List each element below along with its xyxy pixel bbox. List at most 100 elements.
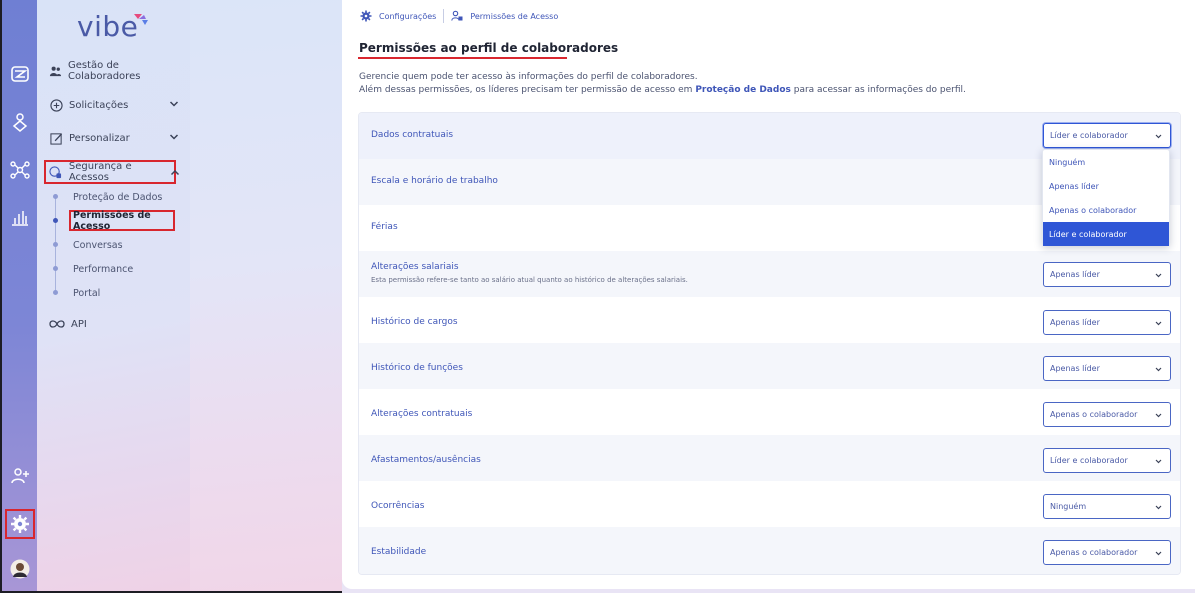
- user-lock-icon: [451, 10, 463, 21]
- table-row: Alterações salariais Esta permissão refe…: [359, 251, 1180, 297]
- submenu-conversas[interactable]: Conversas: [73, 236, 123, 254]
- sidebar-item-label: API: [71, 318, 87, 330]
- sidebar-item-api[interactable]: API: [49, 312, 185, 336]
- chevron-down-icon: [1155, 505, 1162, 510]
- add-user-icon[interactable]: [8, 464, 32, 488]
- submenu-protecao-dados[interactable]: Proteção de Dados: [73, 188, 162, 206]
- chevron-down-icon: [169, 134, 179, 140]
- row-label: Estabilidade: [371, 547, 427, 557]
- page-description: Gerencie quem pode ter acesso às informa…: [359, 71, 966, 96]
- permission-select[interactable]: Líder e colaborador: [1043, 448, 1171, 473]
- breadcrumb-separator: [443, 9, 445, 23]
- avatar[interactable]: [8, 557, 32, 581]
- table-row: Histórico de funções Apenas líder: [359, 343, 1180, 389]
- breadcrumb-permissoes[interactable]: Permissões de Acesso: [470, 12, 558, 21]
- bar-chart-icon[interactable]: [8, 205, 32, 229]
- table-row: Alterações contratuais Apenas o colabora…: [359, 389, 1180, 435]
- protecao-dados-link[interactable]: Proteção de Dados: [695, 85, 791, 95]
- permission-select[interactable]: Apenas o colaborador: [1043, 540, 1171, 565]
- table-row: Estabilidade Apenas o colaborador: [359, 527, 1180, 574]
- chevron-down-icon: [1155, 273, 1162, 278]
- select-value: Apenas o colaborador: [1050, 410, 1138, 419]
- table-row: Histórico de cargos Apenas líder: [359, 297, 1180, 343]
- dropdown-option[interactable]: Apenas líder: [1043, 174, 1169, 198]
- security-icon: [49, 165, 63, 179]
- description-line: Gerencie quem pode ter acesso às informa…: [359, 72, 698, 82]
- table-row: Afastamentos/ausências Líder e colaborad…: [359, 435, 1180, 481]
- chevron-down-icon: [1155, 367, 1162, 372]
- logo-mark-icon: [134, 14, 148, 25]
- dropdown-option[interactable]: Apenas o colaborador: [1043, 198, 1169, 222]
- row-label: Ocorrências: [371, 501, 425, 511]
- row-label: Alterações contratuais: [371, 409, 473, 419]
- permission-dropdown-menu: Ninguém Apenas líder Apenas o colaborado…: [1042, 149, 1170, 246]
- gear-icon[interactable]: [5, 509, 35, 539]
- chevron-down-icon: [1155, 459, 1162, 464]
- chevron-down-icon: [1155, 134, 1162, 139]
- description-text: Além dessas permissões, os líderes preci…: [359, 84, 696, 95]
- select-value: Apenas o colaborador: [1050, 548, 1138, 557]
- inbox-icon[interactable]: [8, 62, 32, 86]
- sidebar-item-gestao[interactable]: Gestão de Colaboradores: [49, 59, 185, 83]
- row-label: Alterações salariais: [371, 262, 459, 272]
- network-icon[interactable]: [8, 158, 32, 182]
- breadcrumb: Configurações Permissões de Acesso: [360, 8, 558, 24]
- description-line: Além dessas permissões, os líderes preci…: [359, 84, 966, 97]
- select-value: Apenas líder: [1050, 364, 1100, 373]
- submenu-dot: [53, 242, 58, 247]
- sidebar-item-solicitacoes[interactable]: Solicitações: [49, 93, 185, 117]
- table-row: Ocorrências Ninguém: [359, 481, 1180, 527]
- settings-icon: [360, 10, 372, 22]
- sidebar-item-personalizar[interactable]: Personalizar: [49, 126, 185, 150]
- sidebar: vibe Gestão de Colaboradores Solicitaçõe…: [37, 0, 190, 593]
- select-value: Líder e colaborador: [1050, 456, 1128, 465]
- sidebar-item-label: Personalizar: [69, 132, 130, 144]
- team-icon: [49, 64, 62, 78]
- breadcrumb-configuracoes[interactable]: Configurações: [379, 12, 436, 21]
- dropdown-option[interactable]: Ninguém: [1043, 150, 1169, 174]
- select-value: Ninguém: [1050, 502, 1087, 511]
- row-note: Esta permissão refere-se tanto ao salári…: [371, 276, 688, 284]
- edit-icon: [49, 131, 63, 145]
- sidebar-item-label: Gestão de Colaboradores: [68, 60, 141, 82]
- select-value: Apenas líder: [1050, 270, 1100, 279]
- submenu-dot-active: [53, 218, 58, 223]
- icon-rail: [0, 0, 37, 593]
- page-title: Permissões ao perfil de colaboradores: [359, 41, 619, 55]
- select-value: Apenas líder: [1050, 318, 1100, 327]
- submenu-dot: [53, 194, 58, 199]
- sidebar-item-label: Segurança e Acessos: [68, 161, 132, 183]
- row-label: Histórico de cargos: [371, 317, 458, 327]
- description-text: para acessar as informações do perfil.: [790, 84, 966, 95]
- chevron-down-icon: [1155, 413, 1162, 418]
- row-label: Histórico de funções: [371, 363, 463, 373]
- chevron-up-icon: [170, 169, 180, 176]
- submenu-portal[interactable]: Portal: [73, 284, 100, 302]
- submenu-dot: [53, 266, 58, 271]
- row-label: Escala e horário de trabalho: [371, 176, 498, 186]
- plus-circle-icon: [49, 98, 63, 112]
- permission-select[interactable]: Apenas líder: [1043, 262, 1171, 287]
- submenu-permissoes-acesso[interactable]: Permissões de Acesso: [69, 210, 175, 232]
- row-label: Férias: [371, 222, 398, 232]
- submenu-dot: [53, 290, 58, 295]
- sidebar-item-seguranca[interactable]: Segurança e Acessos: [44, 160, 180, 184]
- logo: vibe: [77, 10, 139, 43]
- dropdown-option-selected[interactable]: Líder e colaborador: [1043, 222, 1169, 246]
- select-value: Líder e colaborador: [1050, 131, 1128, 140]
- main-panel: Configurações Permissões de Acesso Permi…: [342, 0, 1195, 589]
- title-underline: [358, 57, 567, 59]
- permission-select[interactable]: Apenas líder: [1043, 356, 1171, 381]
- chevron-down-icon: [1155, 551, 1162, 556]
- permission-select[interactable]: Apenas líder: [1043, 310, 1171, 335]
- chevron-down-icon: [169, 101, 179, 107]
- row-label: Afastamentos/ausências: [371, 455, 481, 465]
- background: [190, 0, 342, 593]
- people-heart-icon[interactable]: [8, 110, 32, 134]
- permission-select[interactable]: Líder e colaborador: [1043, 123, 1171, 148]
- permission-select[interactable]: Apenas o colaborador: [1043, 402, 1171, 427]
- chevron-down-icon: [1155, 321, 1162, 326]
- infinity-icon: [49, 317, 65, 331]
- submenu-performance[interactable]: Performance: [73, 260, 133, 278]
- permission-select[interactable]: Ninguém: [1043, 494, 1171, 519]
